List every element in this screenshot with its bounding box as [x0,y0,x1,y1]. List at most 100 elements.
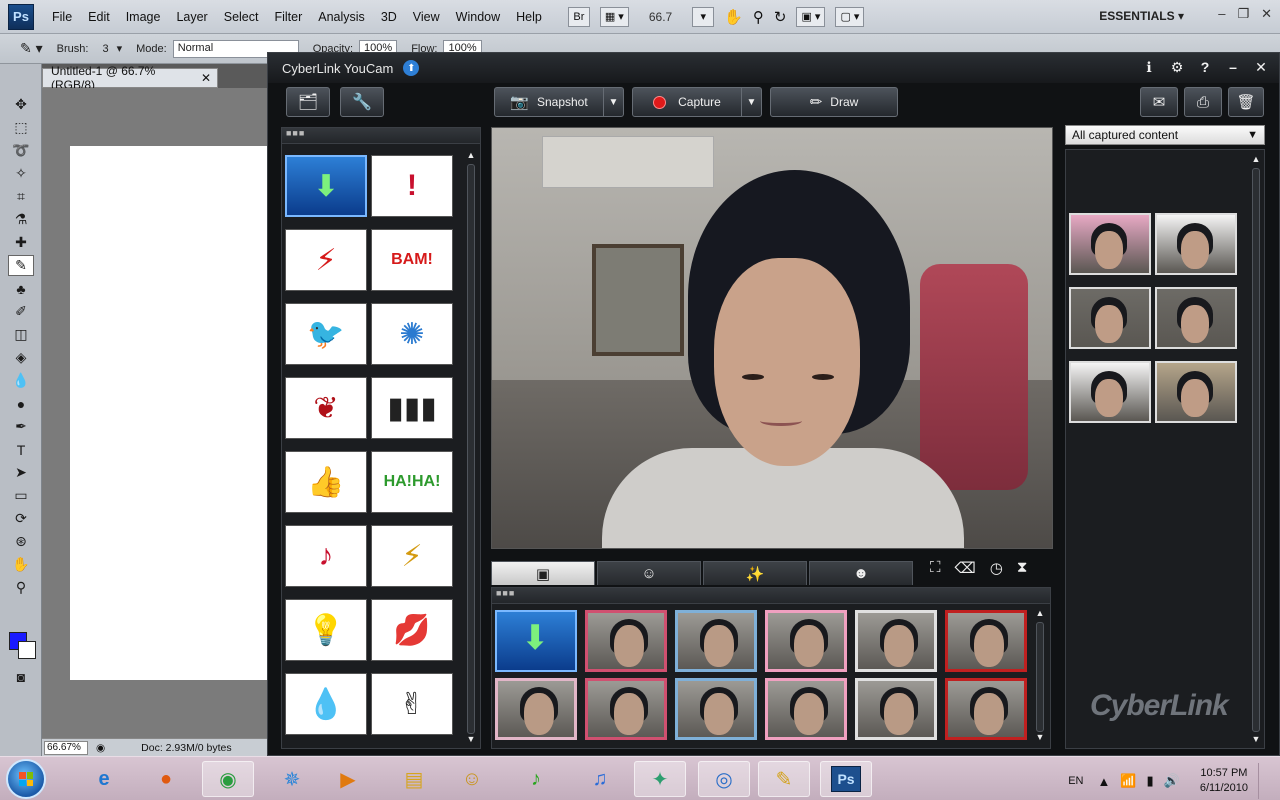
kiss-effect[interactable]: 💋 [371,599,453,661]
taskbar-chrome[interactable]: ◉ [202,761,254,797]
roses-frame[interactable] [675,678,757,740]
timer-icon[interactable]: ⧗ [1017,559,1028,577]
taskbar-safari[interactable]: ✵ [266,761,318,797]
taskbar-messenger[interactable]: ☺ [446,761,498,797]
view-extras-icon[interactable]: ▦ ▾ [599,6,629,27]
drops-effect[interactable]: 💧 [285,673,367,735]
snapshot-button[interactable]: 📷 Snapshot ▼ [494,87,624,117]
shape-tool-icon[interactable]: ▭ [8,485,34,506]
print-button[interactable]: ⎙ [1184,87,1222,117]
email-button[interactable]: ✉ [1140,87,1178,117]
capture-button[interactable]: Capture ▼ [632,87,762,117]
menu-layer[interactable]: Layer [168,10,215,24]
victory-hand-effect[interactable]: ✌ [371,673,453,735]
screen-mode-icon[interactable]: ▢ ▾ [835,6,865,27]
close-icon[interactable]: ✕ [1261,6,1272,22]
eyedropper-tool-icon[interactable]: ⚗ [8,209,34,230]
zoom-tool-icon[interactable]: ⚲ [8,577,34,598]
bird-effect[interactable]: 🐦 [285,303,367,365]
restore-icon[interactable]: ❐ [1237,6,1249,22]
blur-tool-icon[interactable]: 💧 [8,370,34,391]
effects-scroll-down-icon[interactable]: ▼ [465,734,477,744]
heart-capture[interactable] [1069,213,1151,275]
lightning-burst-effect[interactable]: ⚡ [371,525,453,587]
update-icon[interactable]: ⬆ [403,60,420,76]
snapshot-options-icon[interactable]: ▼ [603,88,623,116]
tab-frames[interactable]: ▣ [491,561,595,585]
zoom-dropdown-icon[interactable]: ▾ [692,6,715,27]
quick-mask-icon[interactable]: ◙ [8,666,34,687]
document-tab[interactable]: Untitled-1 @ 66.7% (RGB/8) ✕ [42,64,218,92]
download-effect[interactable]: ⬇ [285,155,367,217]
group-capture-2[interactable] [1155,287,1237,349]
heart-frame[interactable] [765,610,847,672]
taskbar-firefox[interactable]: ● [140,761,192,797]
battery-icon[interactable]: ▮ [1147,773,1154,789]
library-scroll-down-icon[interactable]: ▼ [1250,734,1262,744]
ribbon-capture[interactable] [1155,213,1237,275]
close-document-icon[interactable]: ✕ [201,71,211,85]
taskbar-internet-explorer[interactable]: e [78,761,130,797]
group-capture-1[interactable] [1069,287,1151,349]
menu-edit[interactable]: Edit [80,10,118,24]
paint-bucket-tool-icon[interactable]: ◈ [8,347,34,368]
network-icon[interactable]: 📶 [1120,773,1136,789]
menu-3d[interactable]: 3D [373,10,405,24]
workspace-switcher[interactable]: ESSENTIALS ▾ [1099,9,1184,23]
pen-tool-icon[interactable]: ✒ [8,416,34,437]
library-scroll-up-icon[interactable]: ▲ [1250,154,1262,164]
start-button[interactable] [6,759,46,799]
clone-stamp-tool-icon[interactable]: ♣ [8,278,34,299]
haha-effect[interactable]: HA!HA! [371,451,453,513]
eraser-icon[interactable]: ⌫ [955,559,976,577]
brush-picker-icon[interactable]: ▾ [117,42,123,55]
taskbar-photoshop[interactable]: Ps [820,761,872,797]
hand-tool-icon[interactable]: ✋ [8,554,34,575]
3d-rotate-tool-icon[interactable]: ⟳ [8,508,34,529]
tray-expand-icon[interactable]: ▲ [1097,774,1110,789]
background-color-swatch[interactable] [18,641,36,659]
clock[interactable]: 10:57 PM 6/11/2010 [1200,766,1248,796]
tab-effects[interactable]: ✨ [703,561,807,585]
brush-size[interactable]: 3 [102,43,108,55]
draw-button[interactable]: ✏ Draw [770,87,898,117]
confetti-effect[interactable]: ✺ [371,303,453,365]
minimize-icon[interactable]: – [1218,6,1225,22]
zoom-level[interactable]: 66.7 [639,10,682,24]
hand-tool-icon[interactable]: ✋ [724,8,743,26]
ribbon-capture-2[interactable] [1069,361,1151,423]
music-note-effect[interactable]: ♪ [285,525,367,587]
zigzag-effect[interactable]: ⚡ [285,229,367,291]
camera-frame[interactable] [495,678,577,740]
fringe-effect[interactable]: ▮▮▮ [371,377,453,439]
photo-stack-frame[interactable] [855,610,937,672]
lightbulb-effect[interactable]: 💡 [285,599,367,661]
brush-tool-icon[interactable]: ✎ ▾ [20,40,43,57]
taskbar-live-messenger[interactable]: ✦ [634,761,686,797]
library-scrollbar[interactable] [1252,168,1260,732]
move-tool-icon[interactable]: ✥ [8,94,34,115]
taskbar-youcam[interactable]: ◎ [698,761,750,797]
info-icon[interactable]: ℹ [1141,59,1157,76]
volume-icon[interactable]: 🔊 [1164,773,1180,789]
library-filter-dropdown[interactable]: All captured content ▼ [1065,125,1265,145]
menu-help[interactable]: Help [508,10,550,24]
menu-image[interactable]: Image [118,10,169,24]
language-indicator[interactable]: EN [1068,775,1083,787]
lips-confetti-effect[interactable]: ❦ [285,377,367,439]
menu-view[interactable]: View [405,10,448,24]
bridge-button[interactable]: Br [567,6,590,27]
bam-effect[interactable]: BAM! [371,229,453,291]
taskbar-music-app[interactable]: ♪ [510,761,562,797]
exclaim-effect[interactable]: ! [371,155,453,217]
marquee-tool-icon[interactable]: ⬚ [8,117,34,138]
menu-window[interactable]: Window [448,10,508,24]
dodge-tool-icon[interactable]: ● [8,393,34,414]
settings-icon[interactable]: ⚙ [1169,59,1185,76]
fullscreen-icon[interactable]: ⛶ [930,559,941,577]
crop-tool-icon[interactable]: ⌗ [8,186,34,207]
close-icon[interactable]: ✕ [1253,59,1269,76]
frames-scroll-down-icon[interactable]: ▼ [1034,732,1046,742]
thumbs-up-effect[interactable]: 👍 [285,451,367,513]
path-selection-tool-icon[interactable]: ➤ [8,462,34,483]
